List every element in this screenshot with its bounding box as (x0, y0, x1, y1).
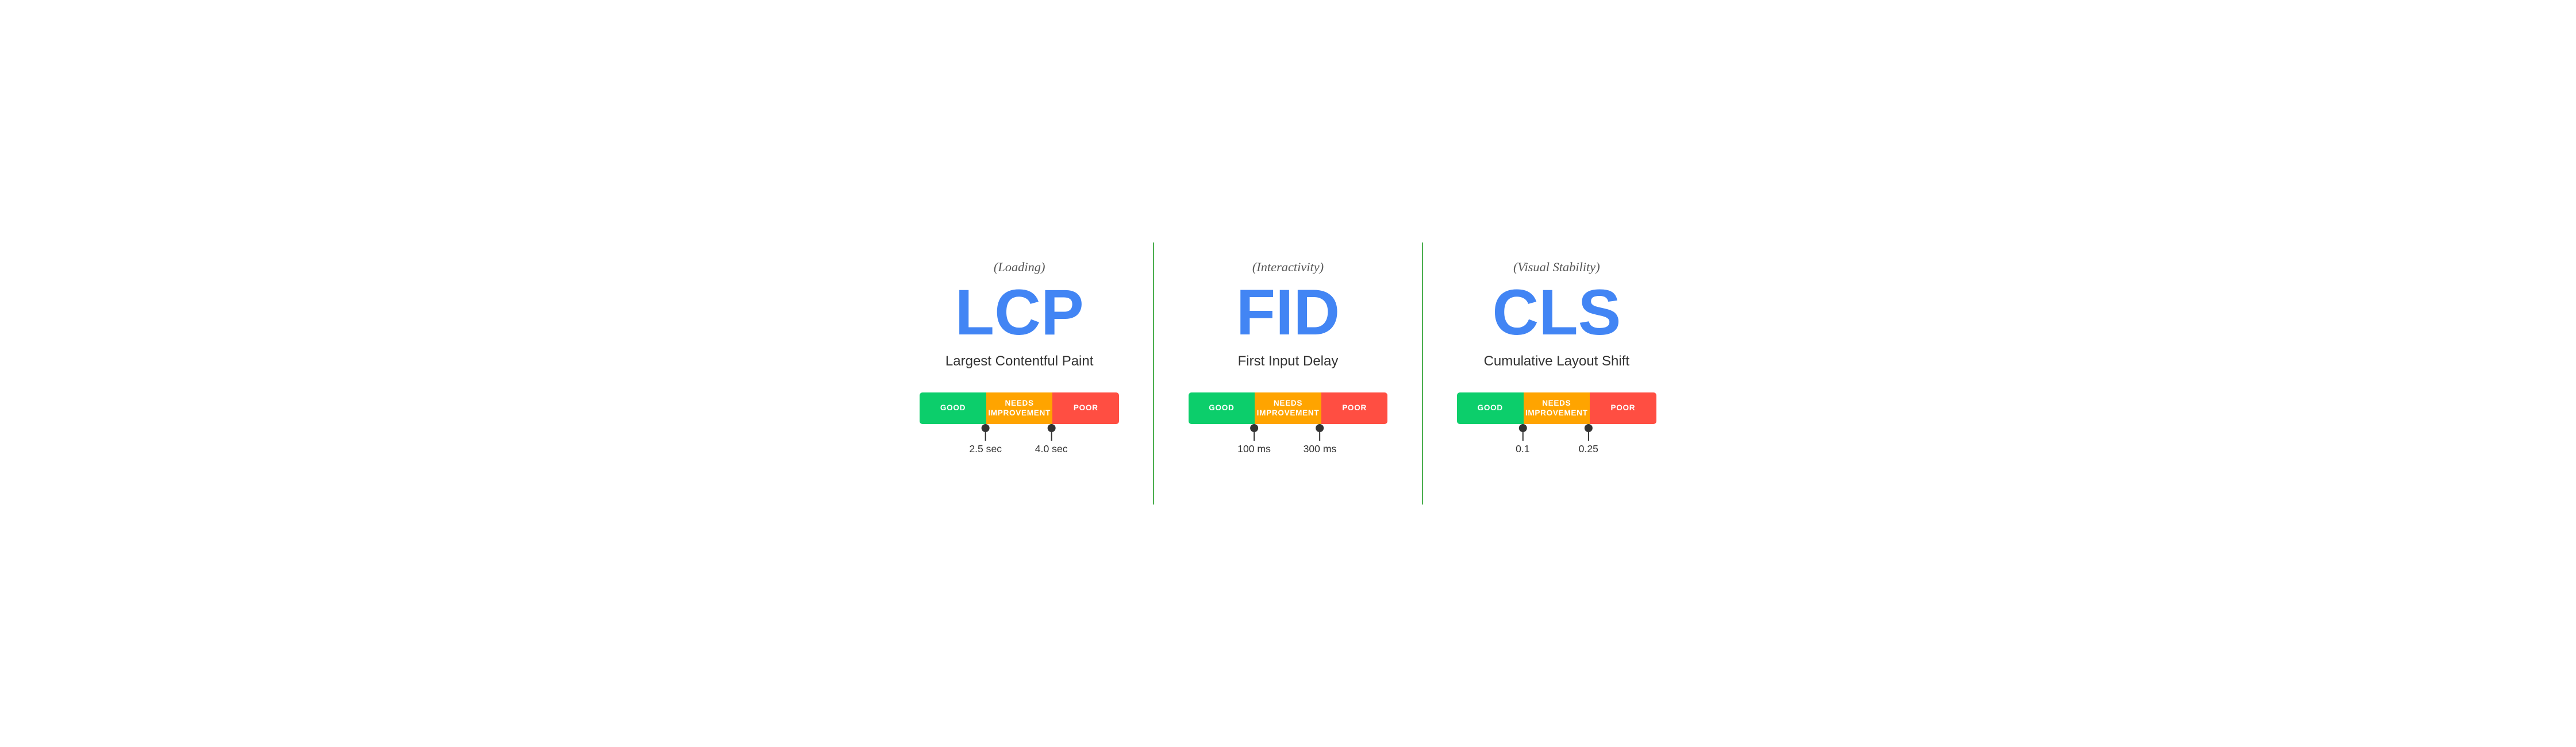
cls-bar-good: GOOD (1457, 392, 1524, 424)
lcp-marker-dot-1 (1047, 424, 1055, 432)
cls-marker-0: 0.1 (1516, 424, 1529, 455)
cls-bar-poor: POOR (1590, 392, 1656, 424)
lcp-marker-label-0: 2.5 sec (969, 443, 1002, 455)
cls-marker-label-0: 0.1 (1516, 443, 1529, 455)
lcp-bar: GOODNEEDS IMPROVEMENTPOOR (920, 392, 1119, 424)
fid-markers: 100 ms 300 ms (1189, 424, 1388, 453)
lcp-marker-label-1: 4.0 sec (1035, 443, 1068, 455)
cls-marker-1: 0.25 (1579, 424, 1598, 455)
cls-bar-needs: NEEDS IMPROVEMENT (1524, 392, 1590, 424)
panel-fid: (Interactivity) FID First Input Delay GOODN… (1154, 242, 1422, 505)
fid-marker-0: 100 ms (1237, 424, 1271, 455)
fid-marker-1: 300 ms (1304, 424, 1337, 455)
panel-lcp: (Loading) LCP Largest Contentful Paint GOOD… (886, 242, 1154, 505)
fid-bar: GOODNEEDS IMPROVEMENTPOOR (1189, 392, 1388, 424)
cls-marker-dot-0 (1518, 424, 1527, 432)
cls-marker-label-1: 0.25 (1579, 443, 1598, 455)
fid-marker-label-0: 100 ms (1237, 443, 1271, 455)
metrics-container: (Loading) LCP Largest Contentful Paint GOOD… (886, 231, 1690, 516)
fid-fullname: First Input Delay (1238, 353, 1339, 369)
fid-bar-container: GOODNEEDS IMPROVEMENTPOOR 100 ms 300 ms (1189, 392, 1388, 453)
lcp-bar-needs: NEEDS IMPROVEMENT (986, 392, 1053, 424)
fid-marker-line-0 (1254, 432, 1255, 441)
fid-marker-label-1: 300 ms (1304, 443, 1337, 455)
lcp-marker-1: 4.0 sec (1035, 424, 1068, 455)
cls-acronym: CLS (1492, 280, 1621, 345)
lcp-marker-line-0 (985, 432, 986, 441)
cls-subtitle: (Visual Stability) (1513, 260, 1600, 275)
lcp-subtitle: (Loading) (994, 260, 1045, 275)
fid-acronym: FID (1236, 280, 1340, 345)
cls-bar: GOODNEEDS IMPROVEMENTPOOR (1457, 392, 1656, 424)
cls-marker-dot-1 (1585, 424, 1593, 432)
fid-bar-good: GOOD (1189, 392, 1255, 424)
lcp-fullname: Largest Contentful Paint (945, 353, 1094, 369)
lcp-marker-dot-0 (982, 424, 990, 432)
lcp-acronym: LCP (955, 280, 1084, 345)
fid-subtitle: (Interactivity) (1252, 260, 1324, 275)
fid-bar-needs: NEEDS IMPROVEMENT (1255, 392, 1321, 424)
fid-bar-poor: POOR (1321, 392, 1388, 424)
panel-cls: (Visual Stability) CLS Cumulative Layout S… (1423, 242, 1690, 505)
cls-marker-line-1 (1588, 432, 1589, 441)
lcp-bar-poor: POOR (1052, 392, 1119, 424)
fid-marker-dot-1 (1316, 424, 1324, 432)
cls-bar-container: GOODNEEDS IMPROVEMENTPOOR 0.1 0.25 (1457, 392, 1656, 453)
cls-fullname: Cumulative Layout Shift (1484, 353, 1629, 369)
fid-marker-dot-0 (1250, 424, 1258, 432)
lcp-bar-container: GOODNEEDS IMPROVEMENTPOOR 2.5 sec 4.0 sec (920, 392, 1119, 453)
lcp-marker-0: 2.5 sec (969, 424, 1002, 455)
lcp-markers: 2.5 sec 4.0 sec (920, 424, 1119, 453)
cls-marker-line-0 (1522, 432, 1523, 441)
lcp-bar-good: GOOD (920, 392, 986, 424)
lcp-marker-line-1 (1051, 432, 1052, 441)
cls-markers: 0.1 0.25 (1457, 424, 1656, 453)
fid-marker-line-1 (1319, 432, 1320, 441)
